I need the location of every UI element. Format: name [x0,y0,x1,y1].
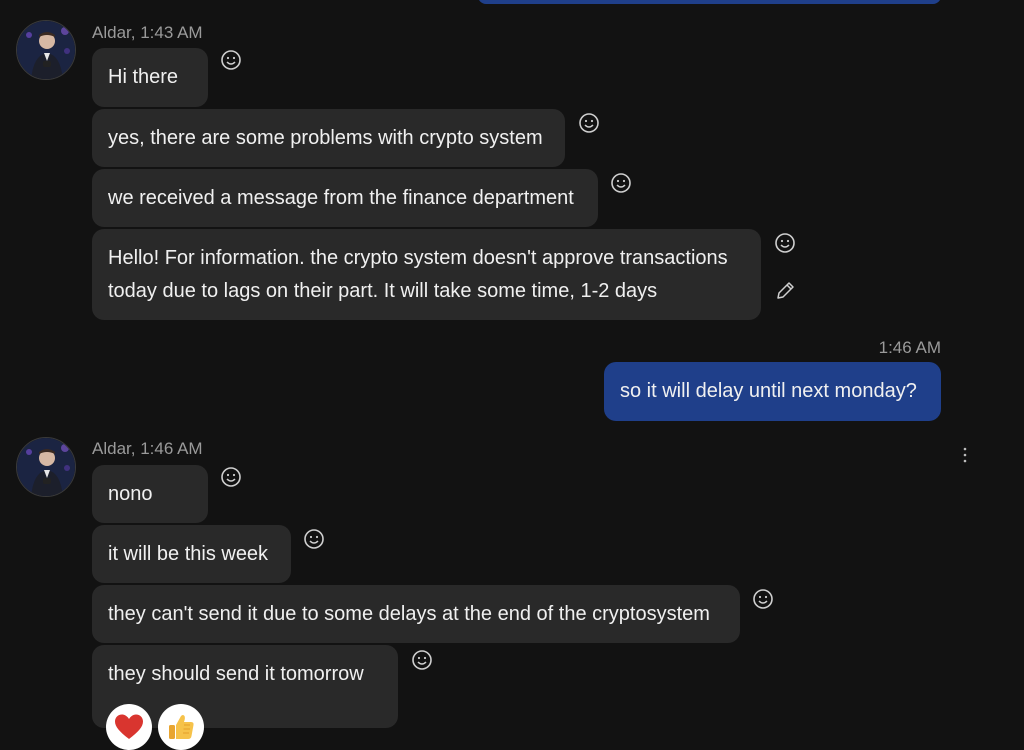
avatar-image [17,21,75,79]
reaction-heart[interactable] [106,704,152,750]
more-options-icon[interactable] [958,445,972,465]
message-text: it will be this week [108,543,269,565]
heart-icon [115,714,143,739]
message-text: we received a message from the finance d… [108,187,574,209]
add-reaction-icon[interactable] [752,588,774,610]
add-reaction-icon[interactable] [610,172,632,194]
outgoing-message-bubble[interactable]: so it will delay until next monday? [604,362,941,421]
previous-outgoing-message[interactable] [478,0,941,4]
message-bubble[interactable]: we received a message from the finance d… [92,169,598,227]
avatar[interactable] [16,20,76,80]
chat-thread: Aldar, 1:43 AM Hi there yes, there are s… [0,0,1024,750]
message-text: so it will delay until next monday? [620,380,917,402]
edit-icon[interactable] [774,280,796,302]
message-bubble[interactable]: nono [92,465,208,523]
avatar-image [17,438,75,496]
message-bubble[interactable]: they can't send it due to some delays at… [92,585,740,643]
message-text: Hi there [108,66,179,88]
add-reaction-icon[interactable] [578,112,600,134]
message-text: yes, there are some problems with crypto… [108,127,543,149]
avatar[interactable] [16,437,76,497]
reaction-thumbs-up[interactable] [158,704,204,750]
message-text-line: today due to lags on their part. It will… [108,280,658,302]
sender-timestamp: Aldar, 1:46 AM [92,439,203,458]
message-bubble[interactable]: yes, there are some problems with crypto… [92,109,565,167]
message-text: nono [108,483,153,505]
outgoing-timestamp: 1:46 AM [878,338,941,357]
message-text: they should send it tomorrow [108,663,364,685]
add-reaction-icon[interactable] [774,232,796,254]
sender-timestamp: Aldar, 1:43 AM [92,23,203,42]
message-bubble[interactable]: it will be this week [92,525,291,583]
message-bubble[interactable]: Hello! For information. the crypto syste… [92,229,761,320]
add-reaction-icon[interactable] [411,649,433,671]
add-reaction-icon[interactable] [220,466,242,488]
add-reaction-icon[interactable] [220,49,242,71]
add-reaction-icon[interactable] [303,528,325,550]
message-text: they can't send it due to some delays at… [108,603,710,625]
message-text-line: Hello! For information. the crypto syste… [108,247,728,269]
message-bubble[interactable]: Hi there [92,48,208,107]
thumbs-up-icon [169,715,194,739]
